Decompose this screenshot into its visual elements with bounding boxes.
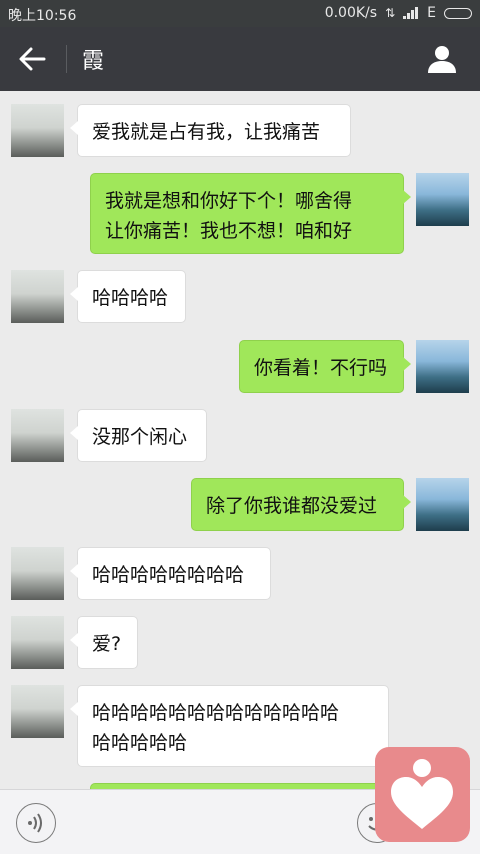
contact-avatar[interactable]	[11, 270, 64, 323]
heart-icon	[391, 759, 453, 829]
message-bubble-received[interactable]: 爱?	[70, 616, 138, 669]
floating-heart-widget[interactable]	[375, 747, 470, 842]
nav-bar: 霞	[0, 27, 480, 91]
status-time: 晚上10:56	[8, 8, 77, 24]
message-bubble-received[interactable]: 没那个闲心	[70, 409, 207, 462]
chat-title: 霞	[82, 49, 105, 74]
message-bubble-sent[interactable]: 你看着！不行吗	[239, 340, 411, 393]
message-bubble-received[interactable]: 爱我就是占有我，让我痛苦	[70, 104, 351, 157]
status-bar: 晚上10:56 0.00K/s ⇅ E	[0, 0, 480, 27]
voice-icon	[28, 813, 42, 833]
contact-avatar[interactable]	[11, 685, 64, 738]
message-line: 哈哈哈哈哈	[92, 732, 188, 754]
message-bubble-sent[interactable]: 我就是想和你好下个！哪舍得 让你痛苦！我也不想！咱和好	[90, 173, 411, 254]
contact-avatar[interactable]	[11, 104, 64, 157]
back-button[interactable]	[14, 43, 50, 75]
contact-avatar[interactable]	[11, 547, 64, 600]
battery-icon	[444, 7, 472, 19]
signal-icon	[403, 7, 419, 19]
status-right: 0.00K/s ⇅ E	[325, 5, 472, 21]
network-speed: 0.00K/s	[324, 5, 378, 21]
message-bubble-received[interactable]: 哈哈哈哈哈哈哈哈	[70, 547, 271, 600]
message-line: 我就是想和你好下个！哪舍得	[105, 190, 353, 212]
nav-divider	[66, 45, 67, 73]
data-arrows-icon: ⇅	[385, 6, 396, 20]
my-avatar[interactable]	[416, 478, 469, 531]
chat-area[interactable]: 爱我就是占有我，让我痛苦 我就是想和你好下个！哪舍得 让你痛苦！我也不想！咱和好…	[0, 91, 480, 789]
my-avatar[interactable]	[416, 340, 469, 393]
my-avatar[interactable]	[416, 173, 469, 226]
profile-button[interactable]	[424, 41, 460, 77]
message-line: 哈哈哈哈哈哈哈哈哈哈哈哈哈	[92, 702, 340, 724]
message-line: 让你痛苦！我也不想！咱和好	[105, 220, 353, 242]
message-bubble-sent[interactable]: 除了你我谁都没爱过	[191, 478, 411, 531]
message-bubble-received[interactable]: 哈哈哈哈	[70, 270, 186, 323]
contact-avatar[interactable]	[11, 616, 64, 669]
contact-avatar[interactable]	[11, 409, 64, 462]
message-bubble-received[interactable]: 哈哈哈哈哈哈哈哈哈哈哈哈哈 哈哈哈哈哈	[70, 685, 389, 767]
voice-button[interactable]	[16, 803, 56, 843]
person-icon	[428, 46, 456, 73]
network-type: E	[427, 5, 436, 21]
arrow-left-icon	[19, 47, 46, 71]
